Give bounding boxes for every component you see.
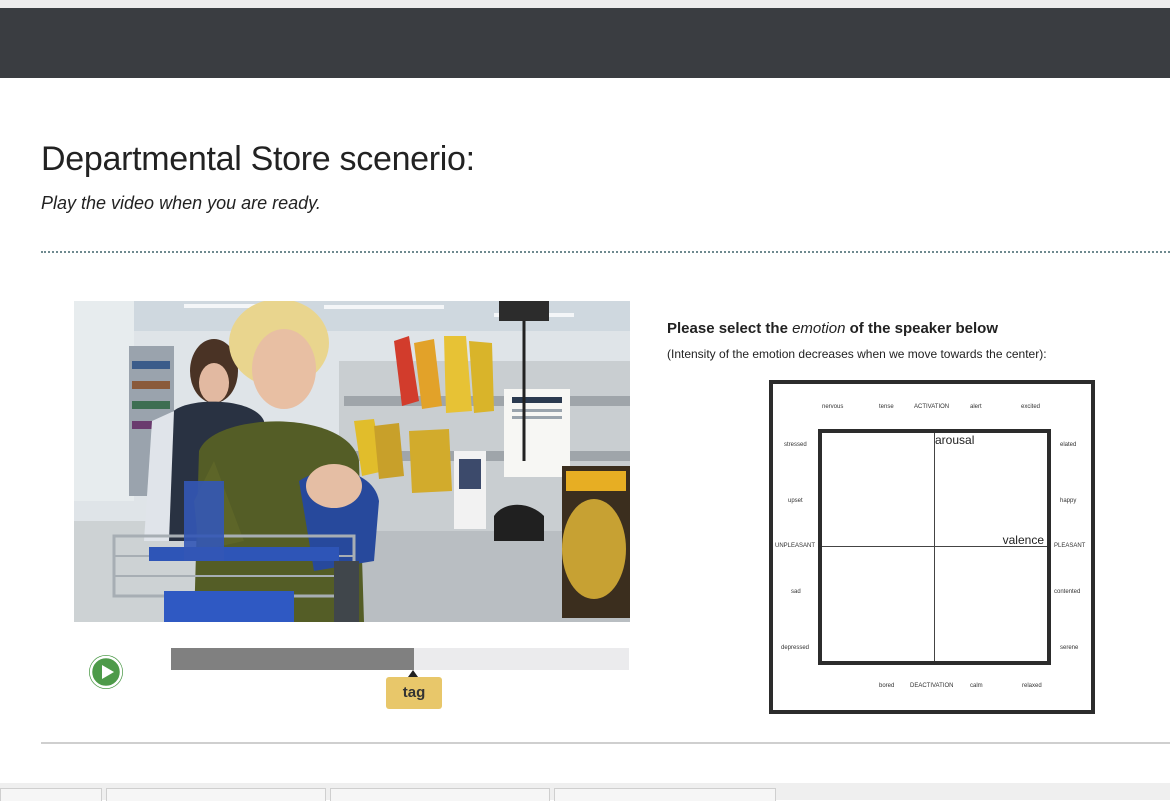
video-frame xyxy=(74,301,630,622)
video-progress-bar[interactable] xyxy=(171,648,629,670)
play-icon xyxy=(89,655,123,689)
emotion-label-serene: serene xyxy=(1060,645,1079,651)
emotion-label-alert: alert xyxy=(970,404,982,410)
emotion-label-contented: contented xyxy=(1054,589,1081,595)
bottom-tab[interactable] xyxy=(554,788,776,801)
emotion-hint: (Intensity of the emotion decreases when… xyxy=(667,347,1047,361)
emotion-label-excited: excited xyxy=(1021,404,1041,410)
emotion-label-pleasant: PLEASANT xyxy=(1054,543,1086,549)
page-title: Departmental Store scenerio: xyxy=(41,140,475,178)
play-button[interactable] xyxy=(89,655,123,689)
emotion-label-unpleasant: UNPLEASANT xyxy=(775,543,816,549)
emotion-label-happy: happy xyxy=(1060,498,1077,504)
valence-label: valence xyxy=(1002,533,1044,547)
emotion-prompt: Please select the emotion of the speaker… xyxy=(667,320,998,337)
prompt-text-after: of the speaker below xyxy=(845,320,998,337)
page-subtitle: Play the video when you are ready. xyxy=(41,193,321,213)
emotion-label-activation: ACTIVATION xyxy=(914,404,950,410)
emotion-label-stressed: stressed xyxy=(784,442,807,448)
emotion-label-relaxed: relaxed xyxy=(1022,683,1042,689)
browser-top-strip xyxy=(0,0,1170,8)
footer-divider xyxy=(41,742,1170,744)
emotion-label-deactivation: DEACTIVATION xyxy=(910,683,954,689)
navbar xyxy=(0,8,1170,78)
emotion-label-upset: upset xyxy=(788,498,803,504)
emotion-label-elated: elated xyxy=(1060,442,1077,448)
video-player[interactable] xyxy=(74,301,630,622)
emotion-inner-square[interactable]: arousal valence xyxy=(818,429,1051,665)
arousal-label: arousal xyxy=(935,433,975,447)
emotion-label-sad: sad xyxy=(791,589,801,595)
prompt-emphasis: emotion xyxy=(792,320,846,337)
bottom-tab[interactable] xyxy=(106,788,326,801)
progress-marker-icon xyxy=(408,670,418,677)
progress-fill xyxy=(171,648,414,670)
emotion-label-tense: tense xyxy=(879,404,894,410)
tag-button[interactable]: tag xyxy=(386,677,442,709)
prompt-text-before: Please select the xyxy=(667,320,793,337)
emotion-grid[interactable]: nervous tense ACTIVATION alert excited s… xyxy=(769,380,1095,714)
bottom-tab[interactable] xyxy=(330,788,550,801)
emotion-label-nervous: nervous xyxy=(822,404,844,410)
section-divider xyxy=(41,251,1170,253)
emotion-label-bored: bored xyxy=(879,683,895,689)
bottom-tab[interactable] xyxy=(0,788,102,801)
arousal-axis xyxy=(934,433,935,661)
emotion-label-calm: calm xyxy=(970,683,983,689)
emotion-label-depressed: depressed xyxy=(781,645,810,651)
